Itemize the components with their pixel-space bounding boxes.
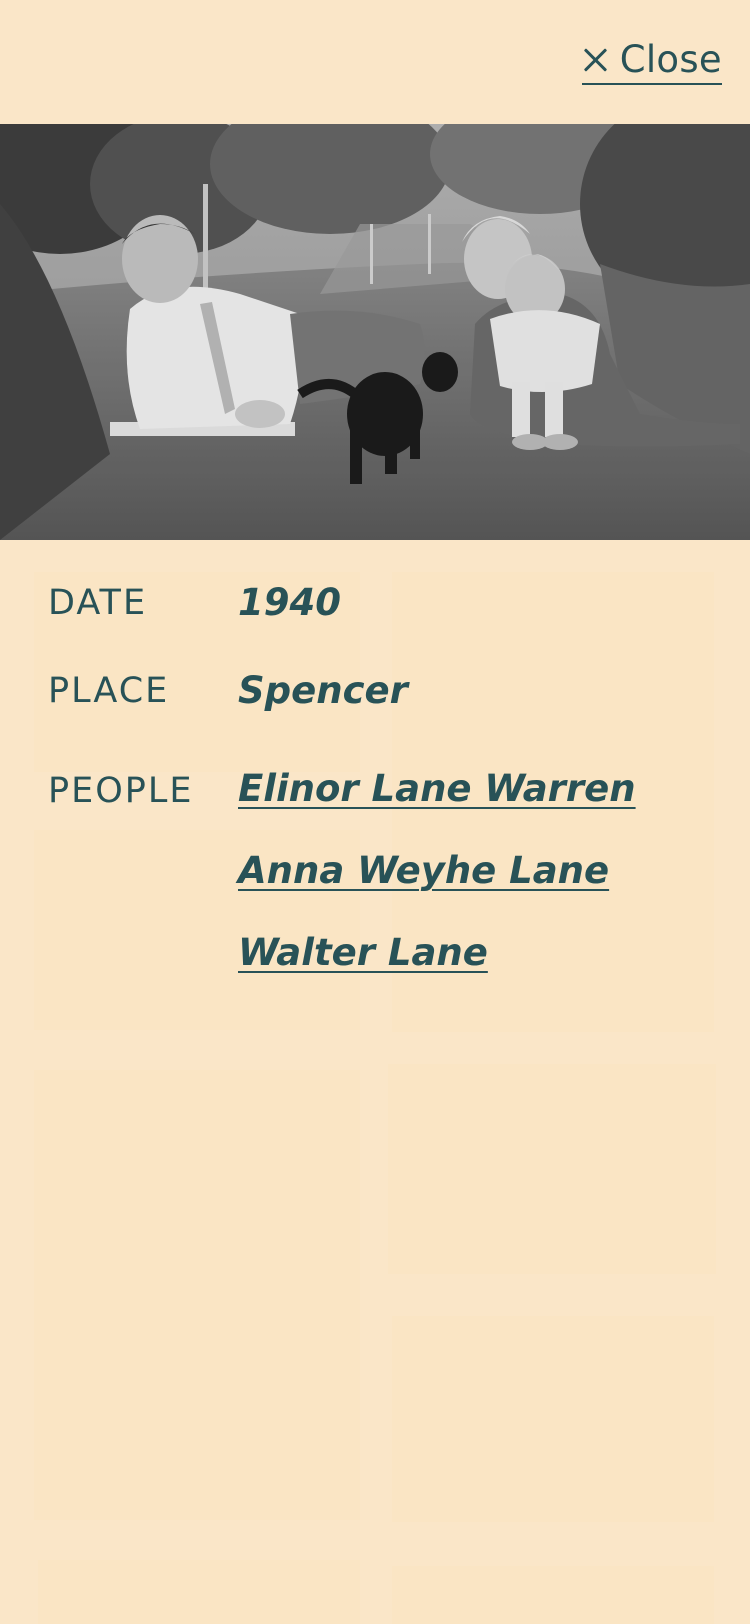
place-label: PLACE [48,671,170,711]
date-value: 1940 [238,581,341,624]
photo-image [0,124,750,540]
top-bar: Close [0,0,750,124]
paper-texture [392,1566,714,1624]
close-icon [582,47,608,73]
photo [0,124,750,540]
person-link-elinor-lane-warren[interactable]: Elinor Lane Warren [238,767,636,810]
paper-texture [34,1070,360,1520]
people-label: PEOPLE [48,771,194,811]
place-value: Spencer [238,669,408,712]
person-link-walter-lane[interactable]: Walter Lane [238,931,488,974]
paper-texture [38,1560,360,1624]
person-link-anna-weyhe-lane[interactable]: Anna Weyhe Lane [238,849,609,892]
paper-texture [392,1316,714,1522]
paper-texture [388,1064,716,1274]
close-label: Close [619,38,722,81]
date-label: DATE [48,583,148,623]
close-button[interactable]: Close [581,38,722,85]
